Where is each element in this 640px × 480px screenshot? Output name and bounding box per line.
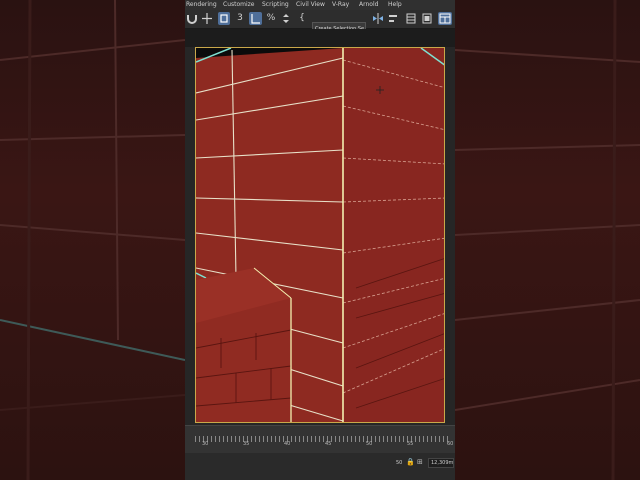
app-window: Rendering Customize Scripting Civil View… (185, 0, 455, 480)
background-left-blur (0, 0, 185, 480)
main-toolbar: 3 % { Create Selection Se (185, 10, 455, 34)
angle-snap-icon[interactable] (249, 12, 262, 25)
snap-3d-label: 3 (237, 13, 243, 23)
menu-item-scripting[interactable]: Scripting (262, 0, 289, 10)
coordinate-field[interactable]: 12,309m (428, 458, 454, 468)
menu-item-help[interactable]: Help (388, 0, 402, 10)
coordinate-field-value: 12,309m (431, 460, 454, 466)
brick-wall-render (196, 48, 444, 422)
align-icon[interactable] (387, 12, 399, 25)
spinner-snap-icon[interactable] (280, 12, 292, 25)
tick-label: 45 (325, 441, 332, 447)
tick-label: 35 (243, 441, 250, 447)
snap-3d-icon[interactable]: 3 (234, 12, 246, 25)
percent-snap-icon[interactable]: % (265, 12, 277, 25)
viewport-perspective[interactable] (195, 47, 445, 423)
layer-explorer-icon[interactable] (405, 12, 417, 25)
tick-label: 55 (407, 441, 414, 447)
curly-brace-icon[interactable]: { (296, 12, 308, 25)
select-icon[interactable] (218, 12, 230, 25)
tick-label: 60 (447, 441, 454, 447)
magnet-tool-icon[interactable] (186, 12, 198, 25)
menu-item-customize[interactable]: Customize (223, 0, 255, 10)
tick-label: 50 (366, 441, 373, 447)
timeline-trackbar[interactable]: 30 35 40 45 50 55 60 (185, 425, 455, 454)
percent-snap-label: % (266, 13, 276, 23)
status-bar: 50 🔒 ⊞ 12,309m (185, 453, 455, 480)
background-right-lines (455, 0, 640, 480)
frame-counter: 50 (396, 460, 403, 466)
ribbon-strip (185, 29, 455, 47)
move-icon[interactable] (201, 12, 213, 25)
scene-explorer-icon[interactable] (421, 12, 433, 25)
background-right-blur (455, 0, 640, 480)
tick-label: 30 (202, 441, 209, 447)
lock-icon[interactable]: 🔒 (406, 458, 415, 466)
menu-item-v-ray[interactable]: V-Ray (332, 0, 349, 10)
menu-bar: Rendering Customize Scripting Civil View… (185, 0, 455, 10)
menu-item-arnold[interactable]: Arnold (359, 0, 378, 10)
background-left-lines (0, 0, 185, 480)
mirror-icon[interactable] (372, 12, 384, 25)
menu-item-rendering[interactable]: Rendering (186, 0, 217, 10)
menu-item-civil-view[interactable]: Civil View (296, 0, 325, 10)
tick-label: 40 (284, 441, 291, 447)
isolate-icon[interactable]: ⊞ (417, 458, 423, 466)
ribbon-toggle-icon[interactable] (438, 12, 452, 25)
